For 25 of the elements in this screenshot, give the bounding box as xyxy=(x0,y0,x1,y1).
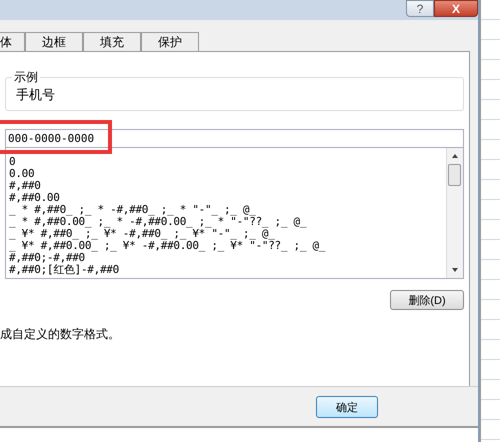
scroll-thumb[interactable] xyxy=(448,164,461,186)
delete-button[interactable]: 删除(D) xyxy=(390,290,464,310)
format-item[interactable]: #,##0.00 xyxy=(9,192,446,204)
scrollbar[interactable] xyxy=(446,148,463,278)
format-item[interactable]: _ * #,##0_ ;_ * -#,##0_ ;_ * "-"_ ;_ @_ xyxy=(9,204,446,216)
sample-value: 手机号 xyxy=(16,87,55,104)
format-item[interactable]: #,##0;-#,##0 xyxy=(9,252,446,264)
tab[interactable]: 填充 xyxy=(83,32,141,51)
format-item[interactable]: #,##0;[红色]-#,##0 xyxy=(9,264,446,276)
format-item[interactable]: 0.00 xyxy=(9,168,446,180)
ok-button[interactable]: 确定 xyxy=(316,396,378,418)
format-list[interactable] xyxy=(5,148,464,279)
format-item[interactable]: 0 xyxy=(9,156,446,168)
sample-legend: 示例 xyxy=(12,69,40,86)
help-button[interactable]: ? xyxy=(406,0,434,17)
tab[interactable]: 边框 xyxy=(25,32,83,51)
format-item[interactable]: _ ¥* #,##0.00_ ;_ ¥* -#,##0.00_ ;_ ¥* "-"??_ ;_ @_ xyxy=(9,240,446,252)
format-item[interactable]: #,##0 xyxy=(9,180,446,192)
format-item[interactable]: _ * #,##0.00_ ;_ * -#,##0.00_ ;_ * "-"??_ ;_ @_ xyxy=(9,216,446,228)
tab[interactable]: 体 xyxy=(0,32,25,51)
tab[interactable]: 保护 xyxy=(141,32,199,51)
description-text: 成自定义的数字格式。 xyxy=(0,326,121,343)
close-button[interactable]: X xyxy=(434,0,478,17)
type-input-field[interactable]: 000-0000-0000 xyxy=(5,129,464,148)
format-item[interactable]: _ ¥* #,##0_ ;_ ¥* -#,##0_ ;_ ¥* "-"_ ;_ @_ xyxy=(9,228,446,240)
